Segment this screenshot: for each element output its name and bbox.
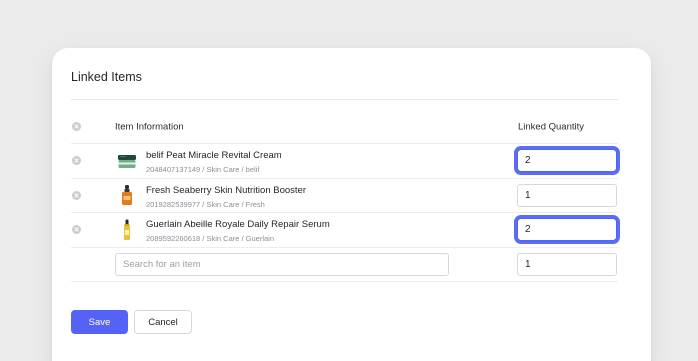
item-name: belif Peat Miracle Revital Cream: [146, 150, 282, 161]
serum-bottle-icon: [116, 219, 138, 241]
remove-all-icon[interactable]: [72, 122, 81, 131]
linked-quantity-input[interactable]: [517, 218, 617, 242]
column-header-item-information: Item Information: [115, 121, 184, 132]
linked-items-table: Item Information Linked Quantity belif P…: [71, 110, 618, 282]
table-row: Fresh Seaberry Skin Nutrition Booster 20…: [71, 179, 618, 213]
save-button[interactable]: Save: [71, 310, 128, 334]
dialog-title: Linked Items: [71, 70, 142, 84]
remove-item-icon[interactable]: [72, 156, 81, 166]
column-header-linked-quantity: Linked Quantity: [518, 121, 585, 132]
item-information: belif Peat Miracle Revital Cream 2048407…: [146, 150, 282, 175]
table-row: Guerlain Abeille Royale Daily Repair Ser…: [71, 213, 618, 248]
title-divider: [71, 99, 618, 100]
new-item-row: [71, 248, 618, 282]
item-information: Fresh Seaberry Skin Nutrition Booster 20…: [146, 185, 306, 210]
item-meta: 2048407137149 / Skin Care / belif: [146, 165, 260, 174]
remove-item-icon[interactable]: [72, 225, 81, 235]
search-item-input[interactable]: [115, 252, 449, 276]
table-row: belif Peat Miracle Revital Cream 2048407…: [71, 144, 618, 179]
table-header: Item Information Linked Quantity: [71, 110, 618, 144]
linked-quantity-input[interactable]: [517, 183, 617, 207]
item-name: Fresh Seaberry Skin Nutrition Booster: [146, 184, 306, 196]
item-name: Guerlain Abeille Royale Daily Repair Ser…: [146, 219, 330, 230]
new-item-quantity-input[interactable]: [517, 252, 617, 276]
linked-quantity-input[interactable]: [517, 149, 617, 173]
remove-item-icon[interactable]: [72, 190, 81, 200]
item-information: Guerlain Abeille Royale Daily Repair Ser…: [146, 219, 330, 244]
dropper-bottle-icon: [116, 184, 138, 206]
item-meta: 2019282539977 / Skin Care / Fresh: [146, 199, 265, 209]
cancel-button[interactable]: Cancel: [134, 310, 192, 334]
jar-icon: [116, 150, 138, 172]
linked-items-dialog: Linked Items Item Information Linked Qua…: [52, 48, 651, 361]
item-meta: 2089592260618 / Skin Care / Guerlain: [146, 234, 275, 243]
